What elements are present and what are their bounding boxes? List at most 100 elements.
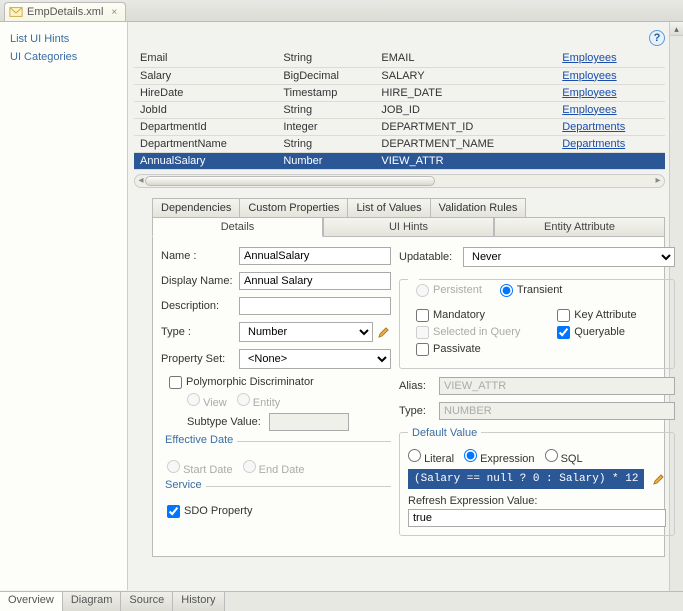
literal-radio[interactable] <box>408 449 421 462</box>
entity-radio-label: Entity <box>253 397 281 409</box>
attr-type: Integer <box>277 118 375 135</box>
default-value-legend: Default Value <box>408 427 481 439</box>
table-row[interactable]: JobIdStringJOB_IDEmployees <box>134 101 665 118</box>
table-row[interactable]: HireDateTimestampHIRE_DATEEmployees <box>134 84 665 101</box>
attr-col: SALARY <box>375 67 556 84</box>
transient-label: Transient <box>517 284 562 296</box>
attr-ent[interactable]: Employees <box>556 50 665 67</box>
tab-validation-rules[interactable]: Validation Rules <box>430 198 527 217</box>
attr-ent[interactable]: Employees <box>556 67 665 84</box>
bottom-tab-history[interactable]: History <box>173 592 224 611</box>
attr-name: AnnualSalary <box>134 152 277 169</box>
property-set-label: Property Set: <box>161 353 239 365</box>
alias-input <box>439 377 675 395</box>
close-icon[interactable]: × <box>111 7 117 18</box>
attribute-table[interactable]: EmailStringEMAILEmployeesSalaryBigDecima… <box>134 50 665 170</box>
sdo-checkbox[interactable] <box>167 505 180 518</box>
edit-type-icon[interactable] <box>377 325 391 339</box>
attr-ent[interactable]: Departments <box>556 118 665 135</box>
attr-type: BigDecimal <box>277 67 375 84</box>
polymorphic-label: Polymorphic Discriminator <box>186 376 314 388</box>
bottom-tabs: Overview Diagram Source History <box>0 591 683 611</box>
attr-ent[interactable]: Departments <box>556 135 665 152</box>
attr-col: DEPARTMENT_NAME <box>375 135 556 152</box>
property-set-select[interactable]: <None> <box>239 349 391 369</box>
file-tab-label: EmpDetails.xml <box>27 6 103 18</box>
bottom-tab-overview[interactable]: Overview <box>0 592 63 611</box>
tab-dependencies[interactable]: Dependencies <box>152 198 240 217</box>
sidebar: List UI Hints UI Categories <box>0 22 128 590</box>
attr-col: EMAIL <box>375 50 556 67</box>
passivate-checkbox[interactable] <box>416 343 429 356</box>
key-attribute-checkbox[interactable] <box>557 309 570 322</box>
transient-radio[interactable] <box>500 284 513 297</box>
passivate-label: Passivate <box>433 343 481 355</box>
effective-date-legend: Effective Date <box>161 434 237 446</box>
literal-label: Literal <box>424 453 454 465</box>
rtype-input <box>439 402 675 420</box>
updatable-select[interactable]: Never <box>463 247 675 267</box>
scrollbar-thumb[interactable] <box>145 176 435 186</box>
table-row[interactable]: DepartmentNameStringDEPARTMENT_NAMEDepar… <box>134 135 665 152</box>
attr-type: String <box>277 50 375 67</box>
bottom-tab-diagram[interactable]: Diagram <box>63 592 122 611</box>
envelope-icon <box>9 5 23 19</box>
attr-col: JOB_ID <box>375 101 556 118</box>
help-icon[interactable]: ? <box>649 30 665 46</box>
table-row[interactable]: AnnualSalaryNumberVIEW_ATTR <box>134 152 665 169</box>
tab-entity-attribute[interactable]: Entity Attribute <box>494 218 665 237</box>
table-row[interactable]: DepartmentIdIntegerDEPARTMENT_IDDepartme… <box>134 118 665 135</box>
bottom-tab-source[interactable]: Source <box>121 592 173 611</box>
type-select[interactable]: Number <box>239 322 373 342</box>
tab-custom-properties[interactable]: Custom Properties <box>239 198 348 217</box>
persistent-label: Persistent <box>433 284 482 296</box>
expression-label: Expression <box>480 453 534 465</box>
tab-list-of-values[interactable]: List of Values <box>347 198 430 217</box>
refresh-input[interactable] <box>408 509 666 527</box>
description-input[interactable] <box>239 297 391 315</box>
sidebar-item-list-ui-hints[interactable]: List UI Hints <box>6 30 121 48</box>
attr-ent[interactable]: Employees <box>556 101 665 118</box>
scroll-right-icon[interactable]: ▸ <box>652 175 664 187</box>
attr-name: DepartmentId <box>134 118 277 135</box>
attr-col: VIEW_ATTR <box>375 152 556 169</box>
lower-subtabs: Details UI Hints Entity Attribute <box>152 217 665 237</box>
table-row[interactable]: EmailStringEMAILEmployees <box>134 50 665 67</box>
description-label: Description: <box>161 300 239 312</box>
entity-radio <box>237 393 250 406</box>
attr-col: DEPARTMENT_ID <box>375 118 556 135</box>
attr-ent[interactable]: Employees <box>556 84 665 101</box>
mandatory-label: Mandatory <box>433 309 485 321</box>
file-tab[interactable]: EmpDetails.xml × <box>4 2 126 21</box>
attr-name: Email <box>134 50 277 67</box>
polymorphic-checkbox[interactable] <box>169 376 182 389</box>
display-name-label: Display Name: <box>161 275 239 287</box>
tab-details[interactable]: Details <box>152 218 323 237</box>
start-date-label: Start Date <box>183 464 233 476</box>
subtype-label: Subtype Value: <box>187 416 269 428</box>
upper-subtabs: Dependencies Custom Properties List of V… <box>152 198 665 217</box>
attr-type: String <box>277 135 375 152</box>
view-radio-label: View <box>203 397 227 409</box>
attr-type: String <box>277 101 375 118</box>
horizontal-scrollbar[interactable]: ◂ ▸ <box>134 174 665 188</box>
expression-input[interactable]: (Salary == null ? 0 : Salary) * 12 <box>408 469 644 489</box>
persistence-group: . Persistent Transient Mandatory Selecte… <box>399 274 675 369</box>
table-row[interactable]: SalaryBigDecimalSALARYEmployees <box>134 67 665 84</box>
name-label: Name : <box>161 250 239 262</box>
edit-expression-icon[interactable] <box>652 472 666 486</box>
display-name-input[interactable] <box>239 272 391 290</box>
end-date-label: End Date <box>259 464 305 476</box>
attr-name: JobId <box>134 101 277 118</box>
sidebar-item-ui-categories[interactable]: UI Categories <box>6 48 121 66</box>
start-date-radio <box>167 460 180 473</box>
name-input[interactable] <box>239 247 391 265</box>
subtype-input <box>269 413 349 431</box>
sql-radio[interactable] <box>545 449 558 462</box>
mandatory-checkbox[interactable] <box>416 309 429 322</box>
tab-ui-hints[interactable]: UI Hints <box>323 218 494 237</box>
queryable-checkbox[interactable] <box>557 326 570 339</box>
details-panel: Name : Display Name: Description: Type :… <box>152 237 665 557</box>
key-attribute-label: Key Attribute <box>574 309 636 321</box>
expression-radio[interactable] <box>464 449 477 462</box>
